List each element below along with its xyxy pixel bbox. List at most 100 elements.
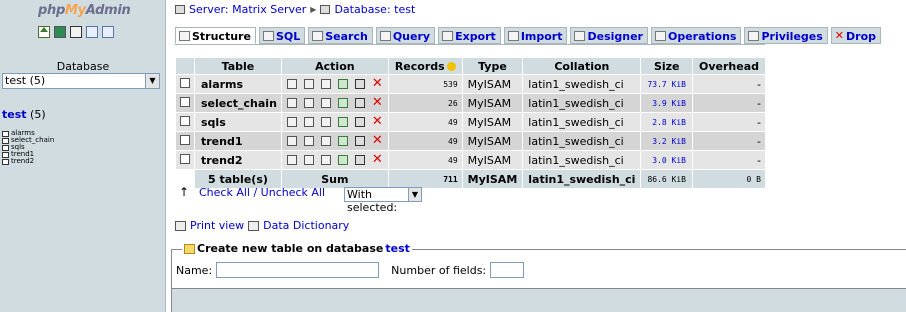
browse-icon[interactable] <box>286 136 297 146</box>
fields-count-input[interactable] <box>490 262 525 278</box>
row-checkbox[interactable] <box>180 153 190 164</box>
chevron-right-icon: ▶ <box>310 5 317 14</box>
row-checkbox[interactable] <box>180 115 190 126</box>
empty-icon[interactable] <box>354 98 365 108</box>
browse-icon[interactable] <box>286 117 297 127</box>
dictionary-icon <box>248 220 260 231</box>
insert-icon[interactable] <box>337 117 348 127</box>
tab-query[interactable]: Query <box>375 27 436 44</box>
tab-operations[interactable]: Operations <box>650 27 742 44</box>
insert-icon[interactable] <box>337 98 348 108</box>
drop-icon[interactable]: ✕ <box>372 115 383 128</box>
header-type: Type <box>462 58 523 74</box>
size-link[interactable]: 3.9 KiB <box>641 94 692 112</box>
table-name[interactable]: trend2 <box>195 151 281 169</box>
tab-import[interactable]: Import <box>503 27 568 44</box>
structure-icon[interactable] <box>303 98 314 108</box>
drop-icon[interactable]: ✕ <box>372 96 383 109</box>
tab-structure[interactable]: Structure <box>175 27 256 44</box>
phpmyadmin-logo[interactable]: phpMyAdmin <box>38 3 131 18</box>
size-link[interactable]: 3.0 KiB <box>641 151 692 169</box>
table-name[interactable]: alarms <box>195 75 281 93</box>
table-icon[interactable] <box>2 158 9 165</box>
sql-icon <box>262 31 274 41</box>
tab-search[interactable]: Search <box>308 27 373 44</box>
server-icon <box>175 5 185 14</box>
table-icon[interactable] <box>2 144 9 151</box>
insert-icon[interactable] <box>337 155 348 165</box>
check-all-link[interactable]: Check All / Uncheck All <box>199 186 325 199</box>
overhead-value: - <box>693 113 765 131</box>
collation-value: latin1_swedish_ci <box>523 151 641 169</box>
tab-underline <box>175 44 765 45</box>
database-icon <box>320 5 331 14</box>
help-icon[interactable] <box>446 61 456 71</box>
chevron-down-icon[interactable]: ▼ <box>145 74 159 88</box>
structure-icon[interactable] <box>303 117 314 127</box>
drop-icon[interactable]: ✕ <box>372 153 383 166</box>
tab-designer[interactable]: Designer <box>570 27 648 44</box>
size-link[interactable]: 3.2 KiB <box>641 132 692 150</box>
fields-label: Number of fields: <box>391 263 487 277</box>
structure-icon[interactable] <box>303 136 314 146</box>
row-checkbox[interactable] <box>180 77 190 88</box>
empty-icon[interactable] <box>354 79 365 89</box>
insert-icon[interactable] <box>337 136 348 146</box>
form-footer <box>171 289 906 312</box>
search-icon[interactable] <box>320 117 331 127</box>
drop-icon[interactable]: ✕ <box>372 134 383 147</box>
table-name[interactable]: trend1 <box>195 132 281 150</box>
tab-export[interactable]: Export <box>438 27 501 44</box>
tab-privileges[interactable]: Privileges <box>744 27 828 44</box>
database-heading: test (5) <box>2 108 46 121</box>
row-checkbox[interactable] <box>180 134 190 145</box>
database-icon[interactable] <box>70 26 82 38</box>
tab-drop[interactable]: ✕ Drop <box>830 27 882 44</box>
overhead-value: - <box>693 132 765 150</box>
tab-sql[interactable]: SQL <box>258 27 306 44</box>
table-icon[interactable] <box>2 137 9 144</box>
header-table: Table <box>195 58 281 74</box>
search-icon[interactable] <box>320 155 331 165</box>
database-label: Database <box>56 60 110 73</box>
search-icon[interactable] <box>320 136 331 146</box>
table-name[interactable]: sqls <box>195 113 281 131</box>
chevron-down-icon[interactable]: ▼ <box>408 188 421 201</box>
empty-icon[interactable] <box>354 136 365 146</box>
search-icon[interactable] <box>320 79 331 89</box>
breadcrumb-database[interactable]: Database: test <box>334 3 415 16</box>
structure-icon[interactable] <box>303 79 314 89</box>
database-link[interactable]: test <box>2 108 27 121</box>
designer-icon <box>574 31 586 41</box>
data-dictionary-link[interactable]: Data Dictionary <box>263 219 349 232</box>
empty-icon[interactable] <box>354 117 365 127</box>
table-icon[interactable] <box>2 130 9 137</box>
print-view-link[interactable]: Print view <box>190 219 244 232</box>
table-list-item[interactable]: select_chain <box>2 137 54 144</box>
breadcrumb-server[interactable]: Server: Matrix Server <box>189 3 306 16</box>
search-icon[interactable] <box>320 98 331 108</box>
print-links: Print view Data Dictionary <box>175 219 349 232</box>
size-link[interactable]: 73.7 KiB <box>641 75 692 93</box>
sql-icon[interactable] <box>54 26 66 38</box>
browse-icon[interactable] <box>286 79 297 89</box>
query-window-icon[interactable] <box>86 26 98 38</box>
browse-icon[interactable] <box>286 155 297 165</box>
insert-icon[interactable] <box>337 79 348 89</box>
size-link[interactable]: 2.8 KiB <box>641 113 692 131</box>
browse-icon[interactable] <box>286 98 297 108</box>
with-selected-select[interactable]: With selected: ▼ <box>344 187 422 214</box>
structure-icon[interactable] <box>303 155 314 165</box>
table-name-input[interactable] <box>216 262 380 278</box>
docs-icon[interactable] <box>102 26 114 38</box>
records-value: 49 <box>388 132 462 150</box>
table-name[interactable]: select_chain <box>195 94 281 112</box>
table-icon[interactable] <box>2 151 9 158</box>
row-checkbox[interactable] <box>180 96 190 107</box>
drop-icon[interactable]: ✕ <box>372 77 383 90</box>
home-icon[interactable] <box>38 26 50 38</box>
query-icon <box>379 31 391 41</box>
database-select[interactable]: test (5) ▼ <box>2 73 160 89</box>
table-list-item[interactable]: trend2 <box>2 158 54 165</box>
empty-icon[interactable] <box>354 155 365 165</box>
